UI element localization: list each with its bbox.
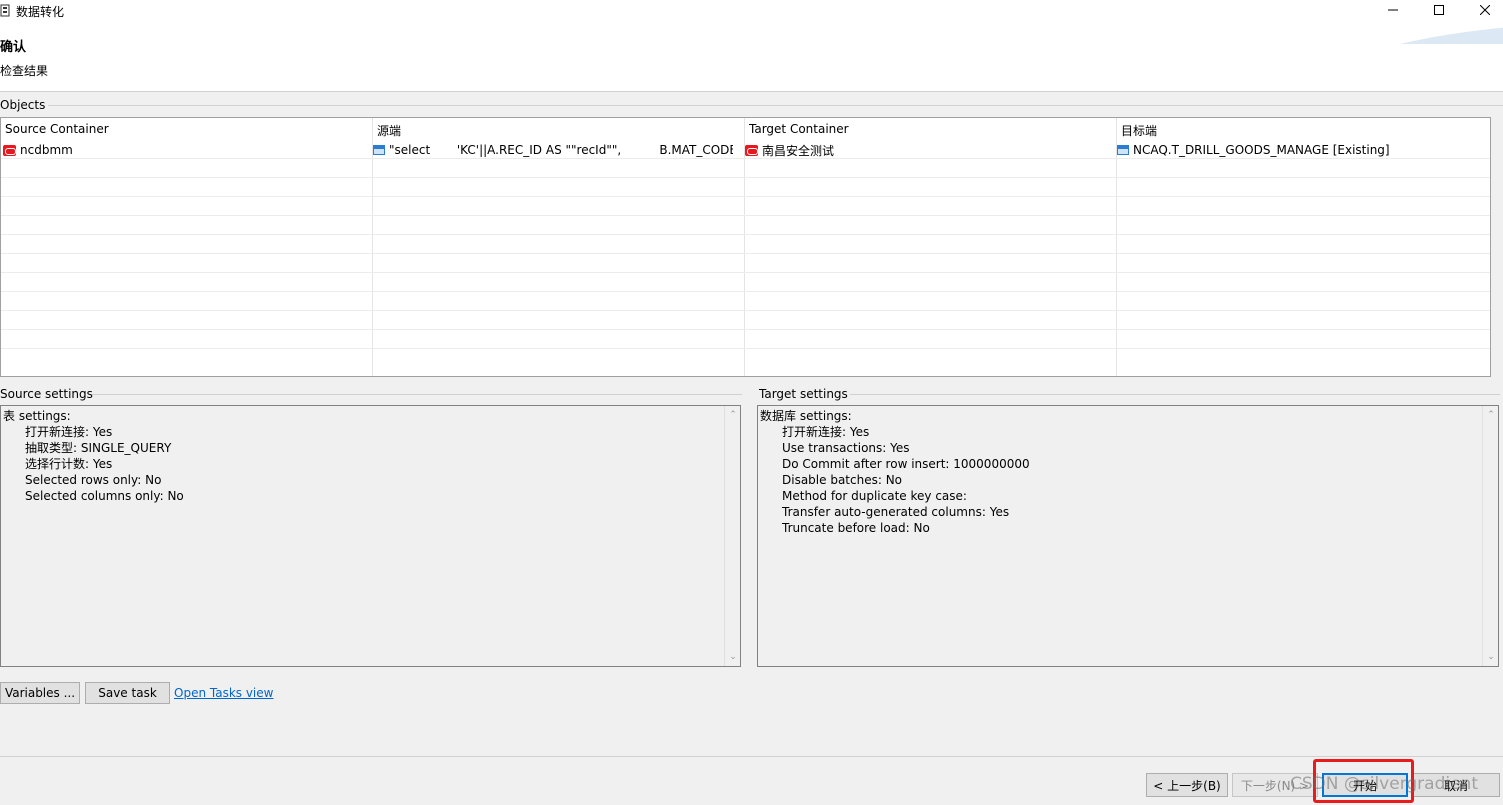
- target-settings-label: Target settings: [759, 387, 848, 401]
- header-target[interactable]: 目标端: [1121, 122, 1157, 139]
- source-settings-heading: 表 settings:: [3, 409, 71, 423]
- table-icon: [373, 145, 385, 155]
- table-icon: [1117, 145, 1129, 155]
- target-setting-line: Disable batches: No: [782, 473, 903, 487]
- source-value: "select 'KC'||A.REC_ID AS ""recId"", B.M…: [389, 143, 733, 157]
- target-setting-line: Use transactions: Yes: [782, 441, 910, 455]
- wizard-header: 确认 检查结果: [0, 22, 1503, 92]
- title-bar: 数据转化: [0, 0, 1503, 22]
- row-divider: [1, 215, 1490, 216]
- scroll-down-icon[interactable]: ⌄: [728, 652, 738, 662]
- row-divider: [1, 310, 1490, 311]
- header-source[interactable]: 源端: [377, 122, 401, 139]
- source-settings-scrollbar[interactable]: ⌃ ⌄: [724, 406, 740, 666]
- page-subtitle: 检查结果: [0, 64, 49, 78]
- target-settings-heading: 数据库 settings:: [760, 409, 852, 423]
- target-setting-line: Truncate before load: No: [782, 521, 930, 535]
- source-settings-line: [92, 394, 742, 395]
- source-setting-line: 选择行计数: Yes: [25, 457, 113, 471]
- source-settings-text: 表 settings: 打开新连接: Yes 抽取类型: SINGLE_QUER…: [3, 408, 184, 504]
- row-divider: [1, 329, 1490, 330]
- target-setting-line: 打开新连接: Yes: [782, 425, 870, 439]
- target-settings-line: [850, 394, 1500, 395]
- source-setting-line: Selected columns only: No: [25, 489, 184, 503]
- row-divider: [1, 272, 1490, 273]
- target-settings-box[interactable]: 数据库 settings: 打开新连接: Yes Use transaction…: [757, 405, 1499, 667]
- row-divider: [1, 291, 1490, 292]
- source-settings-box[interactable]: 表 settings: 打开新连接: Yes 抽取类型: SINGLE_QUER…: [0, 405, 741, 667]
- oracle-db-icon: [3, 144, 16, 156]
- row-divider: [1, 348, 1490, 349]
- table-row-target-container[interactable]: 南昌安全测试: [745, 142, 1111, 158]
- scroll-down-icon[interactable]: ⌄: [1486, 652, 1496, 662]
- target-container-value: 南昌安全测试: [762, 143, 835, 158]
- header-source-container[interactable]: Source Container: [5, 122, 109, 136]
- close-button[interactable]: [1462, 0, 1503, 20]
- table-row-target[interactable]: NCAQ.T_DRILL_GOODS_MANAGE [Existing]: [1117, 142, 1487, 158]
- target-setting-line: Method for duplicate key case:: [782, 489, 967, 503]
- target-setting-line: Transfer auto-generated columns: Yes: [782, 505, 1010, 519]
- source-setting-line: 抽取类型: SINGLE_QUERY: [25, 441, 172, 455]
- close-icon: [1480, 5, 1490, 15]
- row-divider: [1, 196, 1490, 197]
- row-divider: [1, 234, 1490, 235]
- header-decoration: [1400, 27, 1503, 44]
- table-row-source-container[interactable]: ncdbmm: [3, 142, 369, 158]
- app-icon: [0, 4, 10, 17]
- row-divider: [1, 158, 1490, 159]
- target-settings-text: 数据库 settings: 打开新连接: Yes Use transaction…: [760, 408, 1030, 536]
- scroll-up-icon[interactable]: ⌃: [1486, 410, 1496, 420]
- source-setting-line: 打开新连接: Yes: [25, 425, 113, 439]
- source-setting-line: Selected rows only: No: [25, 473, 162, 487]
- target-setting-line: Do Commit after row insert: 1000000000: [782, 457, 1030, 471]
- source-settings-label: Source settings: [0, 387, 93, 401]
- scroll-up-icon[interactable]: ⌃: [728, 410, 738, 420]
- footer-divider: [0, 756, 1503, 757]
- minimize-icon: [1388, 9, 1398, 11]
- objects-group-line: [48, 105, 1503, 106]
- page-title: 确认: [0, 40, 27, 55]
- variables-button[interactable]: Variables ...: [0, 682, 80, 704]
- objects-table[interactable]: Source Container 源端 Target Container 目标端…: [0, 117, 1491, 377]
- target-value: NCAQ.T_DRILL_GOODS_MANAGE [Existing]: [1133, 143, 1390, 157]
- maximize-icon: [1434, 5, 1444, 15]
- minimize-button[interactable]: [1370, 0, 1416, 20]
- oracle-db-icon: [745, 144, 758, 156]
- target-settings-scrollbar[interactable]: ⌃ ⌄: [1482, 406, 1498, 666]
- window-title: 数据转化: [16, 5, 65, 19]
- table-row-source[interactable]: "select 'KC'||A.REC_ID AS ""recId"", B.M…: [373, 142, 733, 158]
- maximize-button[interactable]: [1416, 0, 1462, 20]
- header-target-container[interactable]: Target Container: [749, 122, 849, 136]
- source-container-value: ncdbmm: [20, 143, 73, 157]
- open-tasks-view-link[interactable]: Open Tasks view: [174, 686, 273, 700]
- objects-group-label: Objects: [0, 98, 46, 112]
- back-button[interactable]: < 上一步(B): [1146, 773, 1228, 797]
- row-divider: [1, 253, 1490, 254]
- row-divider: [1, 177, 1490, 178]
- save-task-button[interactable]: Save task: [85, 682, 170, 704]
- watermark: CSDN @silvergradient: [1290, 774, 1478, 794]
